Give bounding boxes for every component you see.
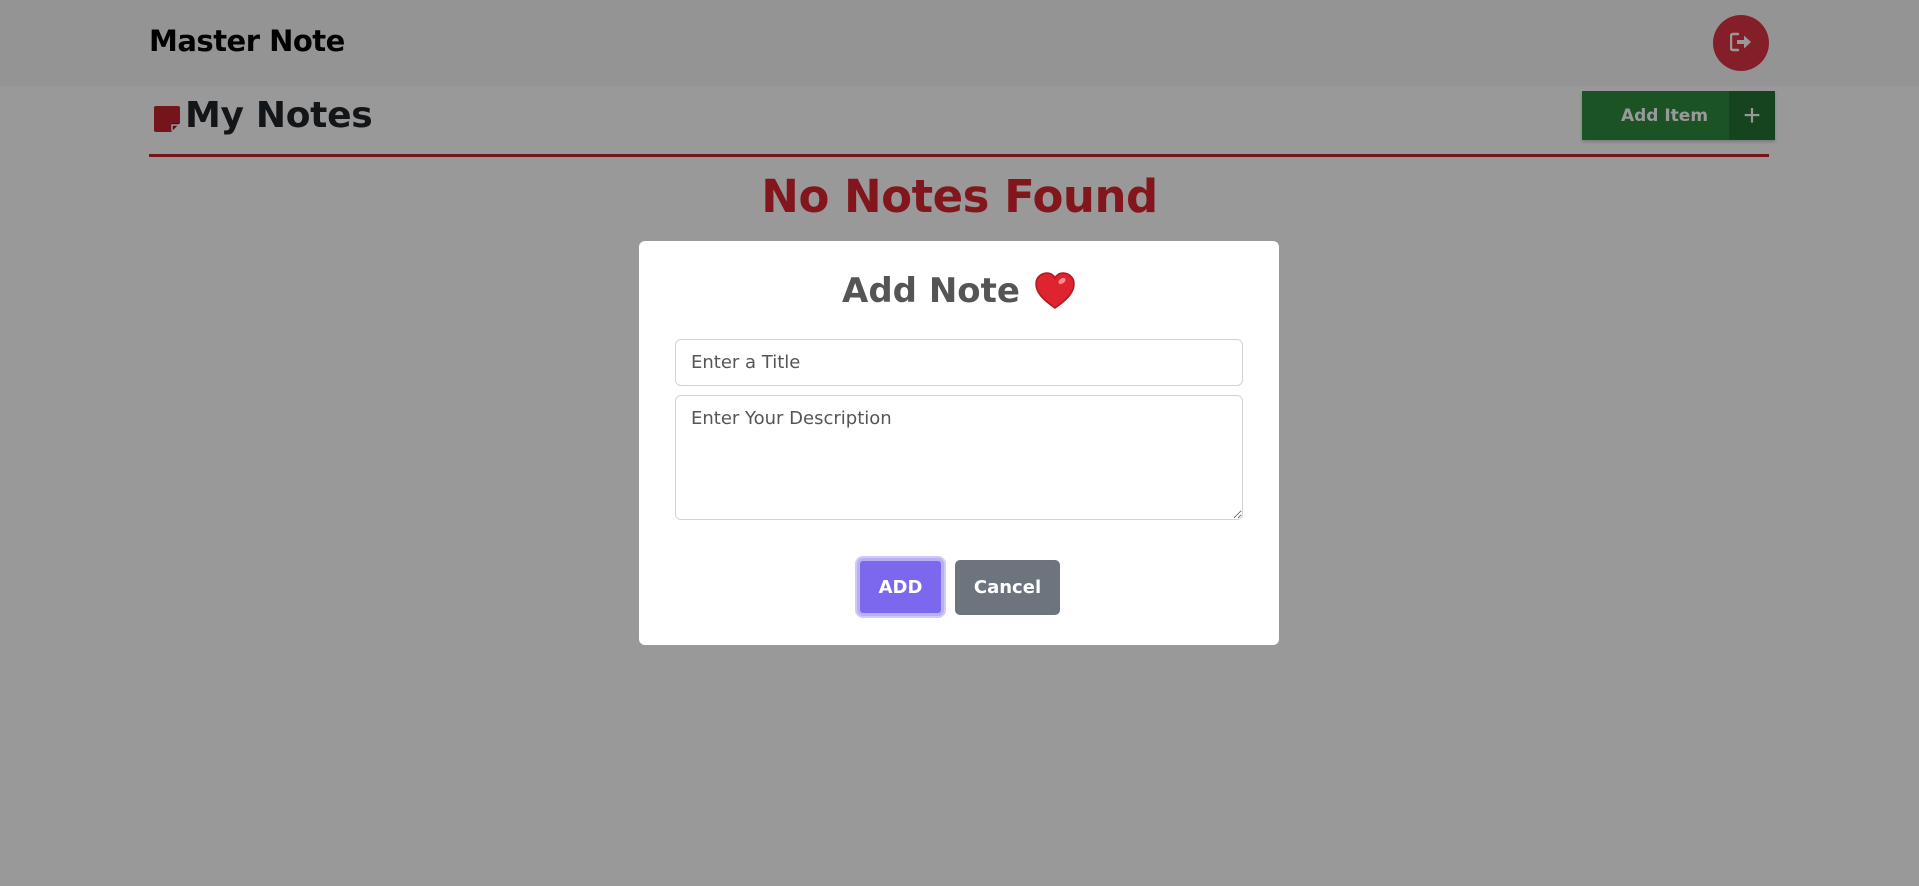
modal-title: Add Note bbox=[639, 271, 1279, 311]
title-input[interactable] bbox=[675, 339, 1243, 386]
cancel-button[interactable]: Cancel bbox=[955, 560, 1060, 615]
add-button[interactable]: ADD bbox=[857, 558, 944, 616]
description-textarea[interactable] bbox=[675, 395, 1243, 520]
heart-icon bbox=[1034, 271, 1076, 311]
add-note-modal: Add Note ADD Cancel bbox=[639, 241, 1279, 645]
modal-title-text: Add Note bbox=[842, 271, 1020, 311]
page: Master Note My Notes Add Item + No Notes… bbox=[0, 0, 1919, 886]
